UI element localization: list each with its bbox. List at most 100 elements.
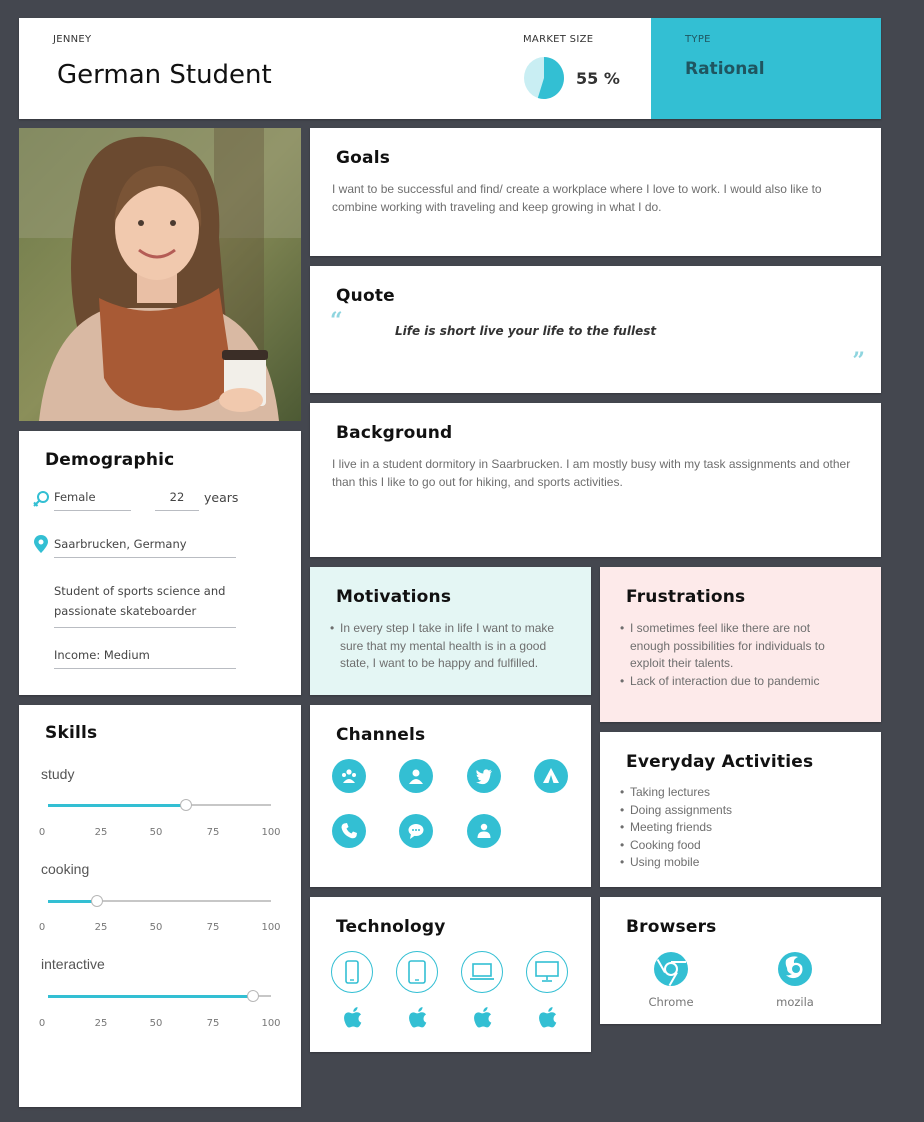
occupation-field[interactable]: Student of sports science and passionate… [54, 581, 236, 628]
motivations-list: In every step I take in life I want to m… [330, 620, 570, 673]
female-icon [33, 491, 49, 507]
persona-name: JENNEY [53, 34, 92, 45]
location-pin-icon [34, 535, 48, 553]
quote-card: Quote “ Life is short live your life to … [310, 266, 881, 393]
twitter-icon[interactable] [467, 759, 501, 793]
skill-fill-cooking [48, 899, 98, 903]
scale-tick: 100 [261, 827, 281, 838]
skill-slider-interactive[interactable] [48, 990, 271, 1002]
tablet-icon[interactable] [396, 951, 438, 993]
apple-icon [409, 1007, 427, 1028]
goals-text: I want to be successful and find/ create… [332, 182, 822, 214]
list-item: Meeting friends [620, 819, 870, 837]
apple-icon [344, 1007, 362, 1028]
scale-tick: 25 [94, 922, 108, 933]
motivations-card: Motivations In every step I take in life… [310, 567, 591, 695]
everyday-activities-card: Everyday Activities Taking lectures Doin… [600, 732, 881, 887]
scale-tick: 100 [261, 922, 281, 933]
skill-scale-cooking: 0 25 50 75 100 [35, 922, 289, 936]
skill-scale-interactive: 0 25 50 75 100 [35, 1018, 289, 1032]
type-panel: TYPE Rational [651, 18, 881, 119]
chat-icon[interactable] [399, 814, 433, 848]
skill-slider-study[interactable] [48, 799, 271, 811]
skill-label-interactive: interactive [41, 956, 105, 972]
list-item: I sometimes feel like there are not enou… [620, 620, 845, 673]
everyday-title: Everyday Activities [626, 752, 814, 772]
browser-label-chrome: Chrome [648, 995, 694, 1009]
community-icon[interactable] [332, 759, 366, 793]
skill-handle-cooking[interactable] [91, 895, 104, 907]
age-unit-label: years [204, 490, 239, 505]
skill-slider-cooking[interactable] [48, 895, 271, 907]
age-field[interactable]: 22 [155, 490, 199, 511]
frustrations-title: Frustrations [626, 587, 746, 607]
skill-scale-study: 0 25 50 75 100 [35, 827, 289, 841]
smartphone-icon[interactable] [331, 951, 373, 993]
skill-fill-interactive [48, 994, 254, 998]
browsers-title: Browsers [626, 917, 717, 937]
background-card: Background I live in a student dormitory… [310, 403, 881, 557]
market-size-label: MARKET SIZE [523, 34, 594, 45]
type-value: Rational [685, 59, 765, 79]
frustrations-list: I sometimes feel like there are not enou… [620, 620, 845, 691]
list-item: Taking lectures [620, 784, 870, 802]
desktop-icon[interactable] [526, 951, 568, 993]
person-icon[interactable] [467, 814, 501, 848]
goals-card: Goals I want to be successful and find/ … [310, 128, 881, 256]
open-quote-icon: “ [330, 308, 343, 334]
motivations-title: Motivations [336, 587, 452, 607]
scale-tick: 75 [206, 922, 220, 933]
close-quote-icon: ” [852, 348, 865, 374]
demographic-card: Demographic Female 22 years Saarbrucken,… [19, 431, 301, 695]
technology-title: Technology [336, 917, 446, 937]
persona-photo-illustration [19, 128, 301, 421]
user-icon[interactable] [399, 759, 433, 793]
skills-card: Skills study 0 25 50 75 100 cooking 0 25… [19, 705, 301, 1107]
firefox-icon[interactable] [777, 951, 813, 987]
background-title: Background [336, 423, 453, 443]
scale-tick: 75 [206, 827, 220, 838]
apple-icon [474, 1007, 492, 1028]
skill-fill-study [48, 803, 187, 807]
list-item: Using mobile [620, 854, 870, 872]
demographic-title: Demographic [45, 450, 175, 470]
browser-label-firefox: mozila [776, 995, 814, 1009]
frustrations-card: Frustrations I sometimes feel like there… [600, 567, 881, 722]
skill-label-study: study [41, 766, 75, 782]
channels-card: Channels [310, 705, 591, 887]
skill-handle-study[interactable] [180, 799, 193, 811]
scale-tick: 75 [206, 1018, 220, 1029]
scale-tick: 50 [149, 1018, 163, 1029]
scale-tick: 50 [149, 827, 163, 838]
market-size-value: 55 % [576, 69, 620, 88]
scale-tick: 100 [261, 1018, 281, 1029]
technology-card: Technology [310, 897, 591, 1052]
everyday-list: Taking lectures Doing assignments Meetin… [620, 784, 870, 872]
scale-tick: 0 [38, 922, 46, 933]
persona-photo [19, 128, 301, 421]
type-label: TYPE [685, 34, 711, 45]
list-item: Doing assignments [620, 802, 870, 820]
background-text: I live in a student dormitory in Saarbru… [332, 457, 851, 489]
location-field[interactable]: Saarbrucken, Germany [54, 537, 236, 558]
gender-field[interactable]: Female [54, 490, 131, 511]
scale-tick: 0 [38, 1018, 46, 1029]
apple-icon [539, 1007, 557, 1028]
browsers-card: Browsers Chrome mozila [600, 897, 881, 1024]
phone-icon[interactable] [332, 814, 366, 848]
goals-title: Goals [336, 148, 391, 168]
scale-tick: 50 [149, 922, 163, 933]
channels-title: Channels [336, 725, 426, 745]
header-card: JENNEY German Student MARKET SIZE 55 % T… [19, 18, 881, 119]
market-size-pie [524, 57, 564, 99]
laptop-icon[interactable] [461, 951, 503, 993]
list-item: Cooking food [620, 837, 870, 855]
list-item: Lack of interaction due to pandemic [620, 673, 845, 691]
skills-title: Skills [45, 723, 98, 743]
scale-tick: 0 [38, 827, 46, 838]
tent-icon[interactable] [534, 759, 568, 793]
chrome-icon[interactable] [653, 951, 689, 987]
skill-handle-interactive[interactable] [247, 990, 260, 1002]
income-field[interactable]: Income: Medium [54, 648, 236, 669]
quote-text: Life is short live your life to the full… [395, 324, 657, 338]
